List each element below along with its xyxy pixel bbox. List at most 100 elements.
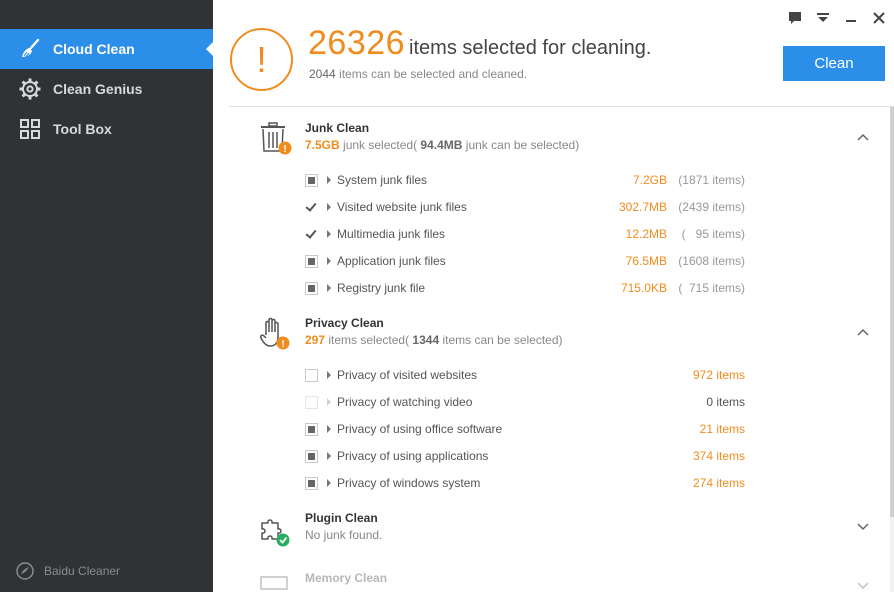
- item-label: Privacy of watching video: [337, 395, 473, 409]
- privacy-selected-text: items selected(: [328, 333, 410, 347]
- item-label: System junk files: [337, 173, 428, 187]
- item-label: Privacy of visited websites: [337, 368, 478, 382]
- collapse-junk-icon[interactable]: [855, 129, 871, 145]
- list-item[interactable]: Privacy of using office software 21 item…: [305, 419, 745, 439]
- list-item[interactable]: Visited website junk files 302.7MB (2439…: [305, 197, 745, 217]
- expand-memory-icon[interactable]: [855, 577, 871, 592]
- junk-clean-summary: 7.5GB junk selected( 94.4MB junk can be …: [305, 138, 579, 152]
- privacy-selected-count: 297: [305, 333, 326, 347]
- expand-arrow-icon[interactable]: [327, 479, 331, 487]
- checkbox[interactable]: [305, 281, 318, 295]
- checkbox[interactable]: [305, 368, 318, 382]
- item-count: (2439 items): [678, 200, 745, 214]
- clean-button[interactable]: Clean: [783, 46, 885, 81]
- item-count: ( 95 items): [681, 227, 745, 241]
- item-size: 7.2GB: [632, 173, 667, 187]
- expand-arrow-icon: [327, 398, 331, 406]
- sidebar-item-tool-box[interactable]: Tool Box: [0, 109, 213, 149]
- hand-icon: !: [258, 315, 294, 351]
- item-label: Multimedia junk files: [337, 227, 446, 241]
- checkbox[interactable]: [305, 200, 318, 214]
- item-size: 302.7MB: [618, 200, 667, 214]
- sidebar-item-label: Clean Genius: [53, 81, 143, 97]
- item-count: 21 items: [699, 422, 745, 436]
- item-label: Registry junk file: [337, 281, 426, 295]
- expand-arrow-icon[interactable]: [327, 203, 331, 211]
- summary-header: ! 26326 items selected for cleaning. 204…: [213, 0, 894, 107]
- item-label: Privacy of using office software: [337, 422, 503, 436]
- expand-arrow-icon[interactable]: [327, 230, 331, 238]
- junk-selected-size: 7.5GB: [305, 138, 340, 152]
- junk-available-text: junk can be selected): [465, 138, 580, 152]
- memory-icon: [258, 573, 294, 592]
- checkbox[interactable]: [305, 227, 318, 241]
- junk-selected-text: junk selected(: [343, 138, 418, 152]
- checkbox[interactable]: [305, 449, 318, 463]
- warning-icon: !: [230, 28, 293, 91]
- item-size: 76.5MB: [625, 254, 667, 268]
- sidebar-nav: Cloud Clean Clean Genius Tool Box: [0, 29, 213, 149]
- item-label: Privacy of windows system: [337, 476, 481, 490]
- checkbox[interactable]: [305, 173, 318, 187]
- trash-icon: !: [258, 120, 294, 156]
- item-count: (1608 items): [678, 254, 745, 268]
- list-item[interactable]: Privacy of using applications 374 items: [305, 446, 745, 466]
- item-count: 0 items: [706, 395, 745, 409]
- item-count: (1871 items): [678, 173, 745, 187]
- checkbox[interactable]: [305, 254, 318, 268]
- list-item[interactable]: Privacy of visited websites 972 items: [305, 365, 745, 385]
- item-label: Application junk files: [337, 254, 446, 268]
- expand-arrow-icon[interactable]: [327, 284, 331, 292]
- privacy-available-count: 1344: [412, 333, 440, 347]
- privacy-clean-title: Privacy Clean: [305, 316, 384, 330]
- puzzle-icon: [258, 511, 294, 547]
- checkbox[interactable]: [305, 476, 318, 490]
- list-item[interactable]: Application junk files 76.5MB (1608 item…: [305, 251, 745, 271]
- item-count: 274 items: [692, 476, 745, 490]
- item-count: 972 items: [692, 368, 745, 382]
- sidebar-item-label: Tool Box: [53, 121, 112, 137]
- selected-count: 26326: [308, 24, 406, 62]
- sidebar-item-label: Cloud Clean: [53, 41, 135, 57]
- junk-available-size: 94.4MB: [420, 138, 463, 152]
- list-item[interactable]: Registry junk file 715.0KB ( 715 items): [305, 278, 745, 298]
- brand: Baidu Cleaner: [16, 562, 120, 580]
- checkbox: [305, 395, 318, 409]
- item-label: Privacy of using applications: [337, 449, 489, 463]
- sidebar-item-clean-genius[interactable]: Clean Genius: [0, 69, 213, 109]
- sidebar-item-cloud-clean[interactable]: Cloud Clean: [0, 29, 213, 69]
- item-count: 374 items: [692, 449, 745, 463]
- collapse-privacy-icon[interactable]: [855, 324, 871, 340]
- expand-plugin-icon[interactable]: [855, 518, 871, 534]
- sidebar: Cloud Clean Clean Genius Tool Box Baidu …: [0, 0, 213, 592]
- available-count: 2044: [309, 67, 336, 81]
- svg-text:!: !: [283, 144, 286, 155]
- scrollbar-thumb[interactable]: [890, 107, 894, 517]
- expand-arrow-icon[interactable]: [327, 257, 331, 265]
- privacy-available-text: items can be selected): [442, 333, 563, 347]
- expand-arrow-icon[interactable]: [327, 452, 331, 460]
- list-item[interactable]: Multimedia junk files 12.2MB ( 95 items): [305, 224, 745, 244]
- expand-arrow-icon[interactable]: [327, 176, 331, 184]
- item-size: 715.0KB: [620, 281, 667, 295]
- item-size: 12.2MB: [625, 227, 667, 241]
- list-item[interactable]: Privacy of windows system 274 items: [305, 473, 745, 493]
- privacy-clean-summary: 297 items selected( 1344 items can be se…: [305, 333, 563, 347]
- plugin-clean-title: Plugin Clean: [305, 511, 378, 525]
- headline-text: items selected for cleaning.: [409, 37, 652, 59]
- plugin-clean-status: No junk found.: [305, 528, 383, 542]
- item-count: ( 715 items): [678, 281, 745, 295]
- expand-arrow-icon[interactable]: [327, 425, 331, 433]
- expand-arrow-icon[interactable]: [327, 371, 331, 379]
- junk-clean-title: Junk Clean: [305, 121, 370, 135]
- svg-text:!: !: [281, 339, 284, 350]
- list-item[interactable]: Privacy of watching video 0 items: [305, 392, 745, 412]
- subline: 2044 items can be selected and cleaned.: [309, 67, 527, 81]
- item-label: Visited website junk files: [337, 200, 467, 214]
- clean-list: ! Junk Clean 7.5GB junk selected( 94.4MB…: [213, 107, 890, 592]
- brand-name: Baidu Cleaner: [44, 564, 121, 578]
- list-item[interactable]: System junk files 7.2GB (1871 items): [305, 170, 745, 190]
- checkbox[interactable]: [305, 422, 318, 436]
- broom-icon: [18, 37, 42, 61]
- baidu-logo-icon: [16, 562, 34, 580]
